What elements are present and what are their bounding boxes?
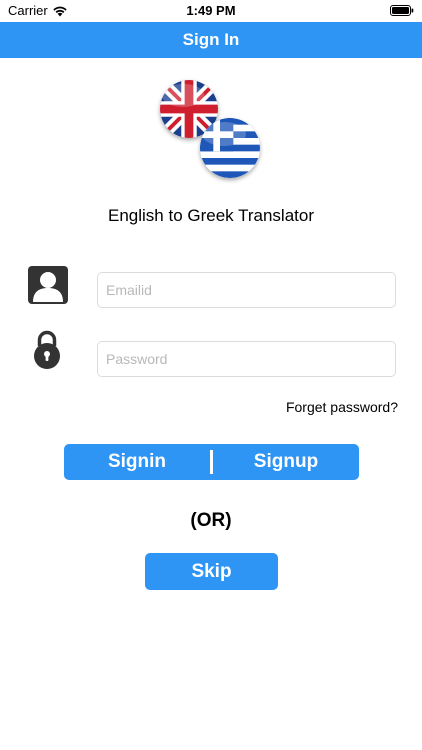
page-title: Sign In [182, 30, 240, 49]
lock-icon [34, 330, 60, 369]
language-flags [160, 80, 264, 180]
app-title: English to Greek Translator [108, 206, 314, 225]
greece-flag-icon [200, 118, 260, 178]
skip-button[interactable]: Skip [145, 553, 278, 590]
email-field[interactable] [97, 272, 396, 308]
status-bar: Carrier 1:49 PM [0, 0, 422, 22]
signup-button[interactable]: Signup [213, 444, 359, 480]
user-icon [28, 266, 68, 304]
battery-icon [390, 5, 414, 16]
auth-button-group: Signin Signup [64, 444, 359, 480]
signin-button[interactable]: Signin [64, 444, 210, 480]
forget-password-link[interactable]: Forget password? [286, 399, 398, 415]
navigation-bar: Sign In [0, 22, 422, 58]
status-time: 1:49 PM [186, 3, 236, 18]
or-label: (OR) [190, 510, 232, 531]
password-field[interactable] [97, 341, 396, 377]
